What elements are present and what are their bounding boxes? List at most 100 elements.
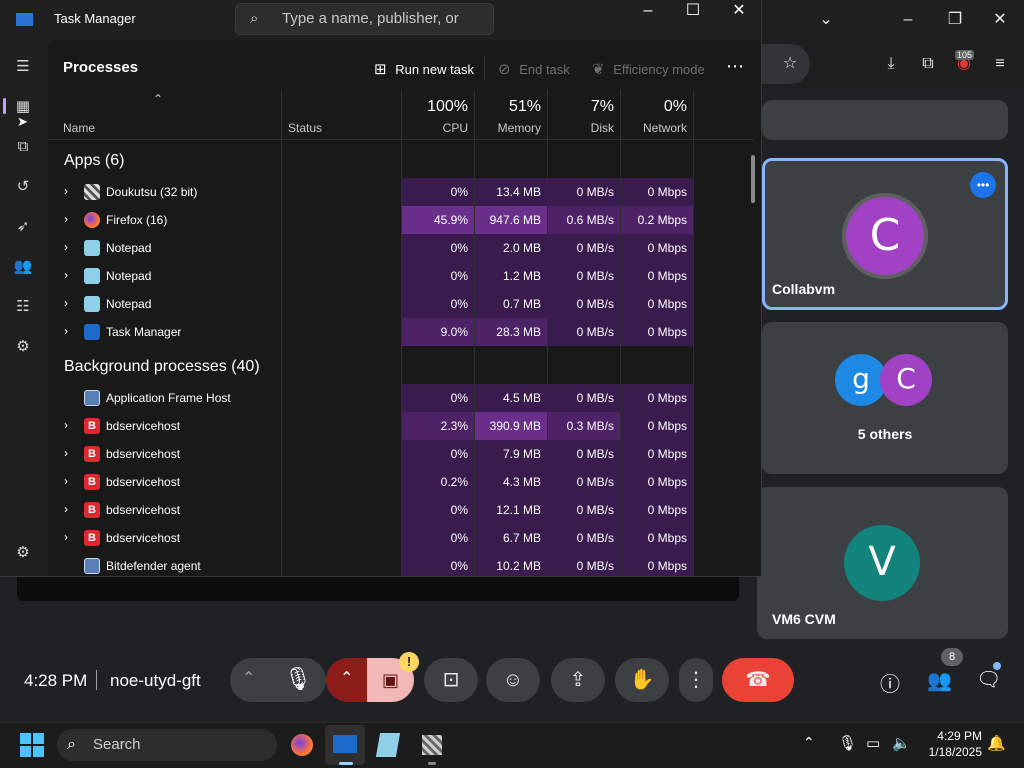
table-row[interactable]: › Notepad 0% 1.2 MB 0 MB/s 0 Mbps xyxy=(48,262,754,290)
table-row[interactable]: › Bbdservicehost 0% 7.9 MB 0 MB/s 0 Mbps xyxy=(48,440,754,468)
windows-start-icon[interactable] xyxy=(20,733,44,757)
chevron-up-icon[interactable]: ⌃ xyxy=(340,668,353,688)
hamburger-menu-icon[interactable]: ☰ xyxy=(12,56,34,78)
services-icon[interactable]: ⚙ xyxy=(12,336,34,358)
leave-call-button[interactable]: ☎ xyxy=(722,658,794,702)
expand-chevron-icon[interactable]: › xyxy=(64,240,68,254)
microphone-icon[interactable]: 🎙 xyxy=(284,666,312,692)
table-row[interactable]: › Bbdservicehost 2.3% 390.9 MB 0.3 MB/s 0 Mbp… xyxy=(48,412,754,440)
details-icon[interactable]: ☷ xyxy=(12,296,34,318)
process-search-input[interactable]: ⌕ Type a name, publisher, or PID... xyxy=(235,3,494,57)
extensions-icon[interactable]: ⧉ xyxy=(916,52,940,76)
participant-tile-collabvm[interactable]: ••• C Collabvm xyxy=(762,158,1008,310)
table-row[interactable]: › Notepad 0% 0.7 MB 0 MB/s 0 Mbps xyxy=(48,290,754,318)
star-icon[interactable]: ☆ xyxy=(778,52,802,76)
taskbar-notepad[interactable] xyxy=(368,725,408,765)
expand-chevron-icon[interactable]: › xyxy=(64,446,68,460)
participant-tile-vm6[interactable]: V VM6 CVM xyxy=(757,487,1008,639)
memory-cell: 13.4 MB xyxy=(475,178,547,206)
maximize-button[interactable]: ☐ xyxy=(670,0,716,24)
column-name[interactable]: Name xyxy=(63,121,95,135)
process-name: bdservicehost xyxy=(106,503,181,517)
expand-chevron-icon[interactable]: › xyxy=(64,418,68,432)
microphone-icon[interactable]: 🎙 xyxy=(838,734,857,752)
efficiency-mode-button[interactable]: ❦ Efficiency mode xyxy=(592,60,705,78)
expand-chevron-icon[interactable]: › xyxy=(64,474,68,488)
expand-chevron-icon[interactable]: › xyxy=(64,324,68,338)
volume-icon[interactable]: 🔈 xyxy=(892,734,911,752)
column-cpu[interactable]: CPU xyxy=(402,121,468,135)
participant-tile-others[interactable]: g C 5 others xyxy=(762,322,1008,474)
table-row[interactable]: › Firefox (16) 45.9% 947.6 MB 0.6 MB/s 0.2 Mb… xyxy=(48,206,754,234)
title-bar[interactable]: Task Manager ⌕ Type a name, publisher, o… xyxy=(0,0,761,57)
process-name: bdservicehost xyxy=(106,475,181,489)
expand-chevron-icon[interactable]: › xyxy=(64,296,68,310)
column-disk[interactable]: Disk xyxy=(548,121,614,135)
settings-icon[interactable]: ⚙ xyxy=(12,542,34,564)
more-options-button[interactable]: ⋮ xyxy=(679,658,713,702)
memory-cell: 0.7 MB xyxy=(475,290,547,318)
run-new-task-button[interactable]: ⊞ Run new task xyxy=(374,60,474,78)
network-cell: 0 Mbps xyxy=(621,524,693,552)
group-header-apps[interactable]: Apps (6) xyxy=(64,152,124,170)
more-options-icon[interactable]: ⋯ xyxy=(726,56,744,77)
captions-button[interactable]: ⊡ xyxy=(424,658,478,702)
app-history-icon[interactable]: ↺ xyxy=(12,176,34,198)
emoji-button[interactable]: ☺ xyxy=(486,658,540,702)
column-memory[interactable]: Memory xyxy=(475,121,541,135)
chevron-up-icon[interactable]: ⌃ xyxy=(803,734,815,751)
network-icon[interactable]: ▭ xyxy=(866,734,880,752)
chevron-up-icon[interactable]: ⌃ xyxy=(242,668,255,688)
cpu-cell: 2.3% xyxy=(402,412,474,440)
info-icon[interactable]: ⓘ xyxy=(880,668,900,697)
expand-chevron-icon[interactable]: › xyxy=(64,530,68,544)
table-row[interactable]: › Bbdservicehost 0% 6.7 MB 0 MB/s 0 Mbps xyxy=(48,524,754,552)
scrollbar-thumb[interactable] xyxy=(751,155,755,203)
table-row[interactable]: › Bbdservicehost 0.2% 4.3 MB 0 MB/s 0 Mbps xyxy=(48,468,754,496)
taskbar-doukutsu[interactable] xyxy=(412,725,452,765)
taskbar-search[interactable]: ⌕ Search xyxy=(57,729,277,761)
end-task-button[interactable]: ⊘ End task xyxy=(498,60,570,78)
notepad-icon xyxy=(84,268,100,284)
present-button[interactable]: ⇪ xyxy=(551,658,605,702)
users-icon[interactable]: 👥 xyxy=(12,256,34,278)
column-status[interactable]: Status xyxy=(288,121,322,135)
disk-total[interactable]: 7% xyxy=(548,98,614,116)
table-row[interactable]: › Notepad 0% 2.0 MB 0 MB/s 0 Mbps xyxy=(48,234,754,262)
address-bar[interactable]: ☆ xyxy=(762,44,810,84)
notification-bell-icon[interactable]: 🔔 xyxy=(987,734,1006,752)
expand-chevron-icon[interactable]: › xyxy=(64,184,68,198)
download-icon[interactable]: ⤓ xyxy=(879,52,903,76)
menu-icon[interactable]: ≡ xyxy=(988,52,1012,76)
expand-chevron-icon[interactable]: › xyxy=(64,268,68,282)
network-cell: 0 Mbps xyxy=(621,178,693,206)
minimize-icon[interactable]: – xyxy=(896,8,920,32)
sort-ascending-icon[interactable]: ⌃ xyxy=(153,92,163,106)
network-total[interactable]: 0% xyxy=(621,98,687,116)
performance-icon[interactable]: ⧉ xyxy=(12,136,34,158)
group-header-background[interactable]: Background processes (40) xyxy=(64,358,260,376)
raise-hand-button[interactable]: ✋ xyxy=(615,658,669,702)
table-row[interactable]: › Task Manager 9.0% 28.3 MB 0 MB/s 0 Mbps xyxy=(48,318,754,346)
expand-chevron-icon[interactable]: › xyxy=(64,502,68,516)
table-row[interactable]: › Doukutsu (32 bit) 0% 13.4 MB 0 MB/s 0 Mbps xyxy=(48,178,754,206)
taskbar-firefox[interactable] xyxy=(282,725,322,765)
minimize-button[interactable]: – xyxy=(625,0,671,24)
close-icon[interactable]: ✕ xyxy=(988,8,1012,32)
cpu-total[interactable]: 100% xyxy=(402,98,468,116)
taskbar-task-manager[interactable] xyxy=(325,725,365,765)
expand-chevron-icon[interactable]: › xyxy=(64,212,68,226)
people-icon[interactable]: 👥 xyxy=(927,668,952,693)
close-button[interactable]: ✕ xyxy=(716,0,761,24)
table-row[interactable]: › Bbdservicehost 0% 12.1 MB 0 MB/s 0 Mbps xyxy=(48,496,754,524)
taskbar-clock[interactable]: 4:29 PM 1/18/2025 xyxy=(920,728,982,760)
column-network[interactable]: Network xyxy=(621,121,687,135)
extensions-badge: 105 xyxy=(955,50,975,60)
table-row[interactable]: Application Frame Host 0% 4.5 MB 0 MB/s 0 Mb… xyxy=(48,384,754,412)
memory-total[interactable]: 51% xyxy=(475,98,541,116)
restore-icon[interactable]: ❐ xyxy=(943,8,967,32)
startup-apps-icon[interactable]: ➶ xyxy=(12,216,34,238)
chevron-down-icon[interactable]: ⌄ xyxy=(814,8,838,32)
table-row[interactable]: Bitdefender agent 0% 10.2 MB 0 MB/s 0 Mbps xyxy=(48,552,754,576)
chat-icon[interactable]: 🗨 xyxy=(976,667,1001,692)
